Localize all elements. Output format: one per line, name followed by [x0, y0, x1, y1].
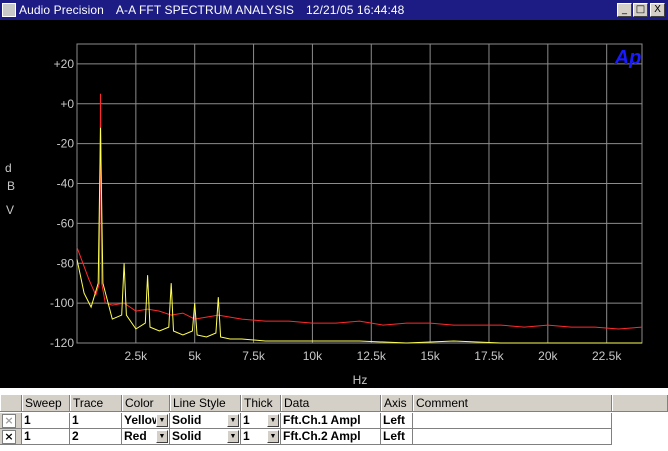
- x-axis-label: Hz: [353, 373, 368, 387]
- header-corner: [0, 395, 22, 411]
- trace-line-ch1-yellow: [76, 127, 642, 344]
- y-axis-label-b: B: [7, 179, 15, 193]
- thick-dropdown-arrow-icon[interactable]: ▼: [267, 414, 279, 427]
- color-cell[interactable]: Red ▼: [122, 429, 170, 445]
- app-icon[interactable]: [2, 3, 16, 17]
- y-tick-label: -100: [50, 296, 74, 310]
- col-header-data[interactable]: Data: [281, 395, 381, 411]
- row-check-cell: ×: [0, 429, 22, 445]
- trace-cell[interactable]: 2: [70, 429, 122, 445]
- document-title: A-A FFT SPECTRUM ANALYSIS: [115, 3, 294, 17]
- traces: [76, 93, 643, 344]
- col-header-axis[interactable]: Axis: [381, 395, 413, 411]
- col-header-color[interactable]: Color: [122, 395, 170, 411]
- fft-spectrum-chart: +20 +0 -20 -40 -60 -80 -100 -120 2.5k 5k 7.5k 10k 1…: [5, 43, 643, 387]
- col-header-thick[interactable]: Thick: [241, 395, 281, 411]
- y-tick-label: -60: [57, 216, 75, 230]
- axis-cell[interactable]: Left: [381, 413, 413, 429]
- x-tick-label: 10k: [303, 349, 323, 363]
- sweep-cell[interactable]: 1: [22, 413, 70, 429]
- color-cell[interactable]: Yellow ▼: [122, 413, 170, 429]
- col-header-spacer: [612, 395, 668, 411]
- trace-checkbox[interactable]: ×: [2, 430, 16, 444]
- title-bar: Audio Precision A-A FFT SPECTRUM ANALYSIS…: [0, 0, 668, 20]
- line-style-value: Solid: [172, 429, 202, 443]
- y-axis-label-v: V: [6, 203, 14, 217]
- line-style-cell[interactable]: Solid ▼: [170, 413, 241, 429]
- y-tick-label: -120: [50, 336, 74, 350]
- table-row[interactable]: × 1 2 Red ▼ Solid ▼ 1 ▼ Fft.Ch.2 Ampl Left: [0, 429, 668, 445]
- col-header-sweep[interactable]: Sweep: [22, 395, 70, 411]
- line-style-cell[interactable]: Solid ▼: [170, 429, 241, 445]
- thick-dropdown-arrow-icon[interactable]: ▼: [267, 430, 279, 443]
- thick-value: 1: [243, 413, 250, 427]
- table-header: Sweep Trace Color Line Style Thick Data …: [0, 395, 668, 412]
- timestamp: 12/21/05 16:44:48: [305, 3, 405, 17]
- y-axis-label-d: d: [5, 161, 12, 175]
- comment-cell[interactable]: [413, 429, 612, 445]
- x-tick-label: 15k: [420, 349, 440, 363]
- trace-line-ch2-red: [76, 93, 643, 330]
- plot-frame: [76, 43, 643, 344]
- comment-cell[interactable]: [413, 413, 612, 429]
- color-value: Red: [124, 429, 147, 443]
- trace-checkbox[interactable]: ×: [2, 414, 16, 428]
- window-title: Audio Precision A-A FFT SPECTRUM ANALYSIS…: [19, 3, 416, 17]
- x-tick-label: 7.5k: [242, 349, 266, 363]
- data-cell[interactable]: Fft.Ch.1 Ampl: [281, 413, 381, 429]
- x-tick-label: 2.5k: [125, 349, 149, 363]
- table-row[interactable]: × 1 1 Yellow ▼ Solid ▼ 1 ▼ Fft.Ch.1 Ampl Le…: [0, 413, 668, 429]
- x-tick-label: 17.5k: [474, 349, 504, 363]
- y-tick-labels: +20 +0 -20 -40 -60 -80 -100 -120: [50, 57, 74, 350]
- color-dropdown-arrow-icon[interactable]: ▼: [156, 430, 168, 443]
- col-header-trace[interactable]: Trace: [70, 395, 122, 411]
- graph-panel[interactable]: +20 +0 -20 -40 -60 -80 -100 -120 2.5k 5k 7.5k 10k 1…: [0, 20, 668, 388]
- close-button[interactable]: X: [650, 3, 665, 17]
- sweep-cell[interactable]: 1: [22, 429, 70, 445]
- line-style-dropdown-arrow-icon[interactable]: ▼: [227, 414, 239, 427]
- thick-value: 1: [243, 429, 250, 443]
- maximize-button[interactable]: □: [633, 3, 648, 17]
- y-tick-label: +0: [60, 97, 74, 111]
- col-header-comment[interactable]: Comment: [413, 395, 612, 411]
- data-cell[interactable]: Fft.Ch.2 Ampl: [281, 429, 381, 445]
- line-style-value: Solid: [172, 413, 202, 427]
- row-check-cell: ×: [0, 413, 22, 429]
- color-dropdown-arrow-icon[interactable]: ▼: [156, 414, 168, 427]
- minimize-button[interactable]: _: [617, 3, 632, 17]
- x-tick-label: 20k: [538, 349, 558, 363]
- axis-cell[interactable]: Left: [381, 429, 413, 445]
- col-header-line-style[interactable]: Line Style: [170, 395, 241, 411]
- y-tick-label: -80: [57, 256, 75, 270]
- x-tick-labels: 2.5k 5k 7.5k 10k 12.5k 15k 17.5k 20k 22.5k: [125, 349, 623, 363]
- app-name: Audio Precision: [19, 3, 104, 17]
- trace-legend-table: Sweep Trace Color Line Style Thick Data …: [0, 388, 668, 451]
- y-tick-label: -20: [57, 137, 75, 151]
- grid: [76, 43, 643, 344]
- line-style-dropdown-arrow-icon[interactable]: ▼: [227, 430, 239, 443]
- y-tick-label: -40: [57, 177, 75, 191]
- y-tick-label: +20: [54, 57, 75, 71]
- thick-cell[interactable]: 1 ▼: [241, 413, 281, 429]
- x-tick-label: 5k: [188, 349, 202, 363]
- x-tick-label: 22.5k: [592, 349, 622, 363]
- trace-cell[interactable]: 1: [70, 413, 122, 429]
- x-tick-label: 12.5k: [357, 349, 387, 363]
- ap-logo: Ap: [614, 47, 642, 69]
- thick-cell[interactable]: 1 ▼: [241, 429, 281, 445]
